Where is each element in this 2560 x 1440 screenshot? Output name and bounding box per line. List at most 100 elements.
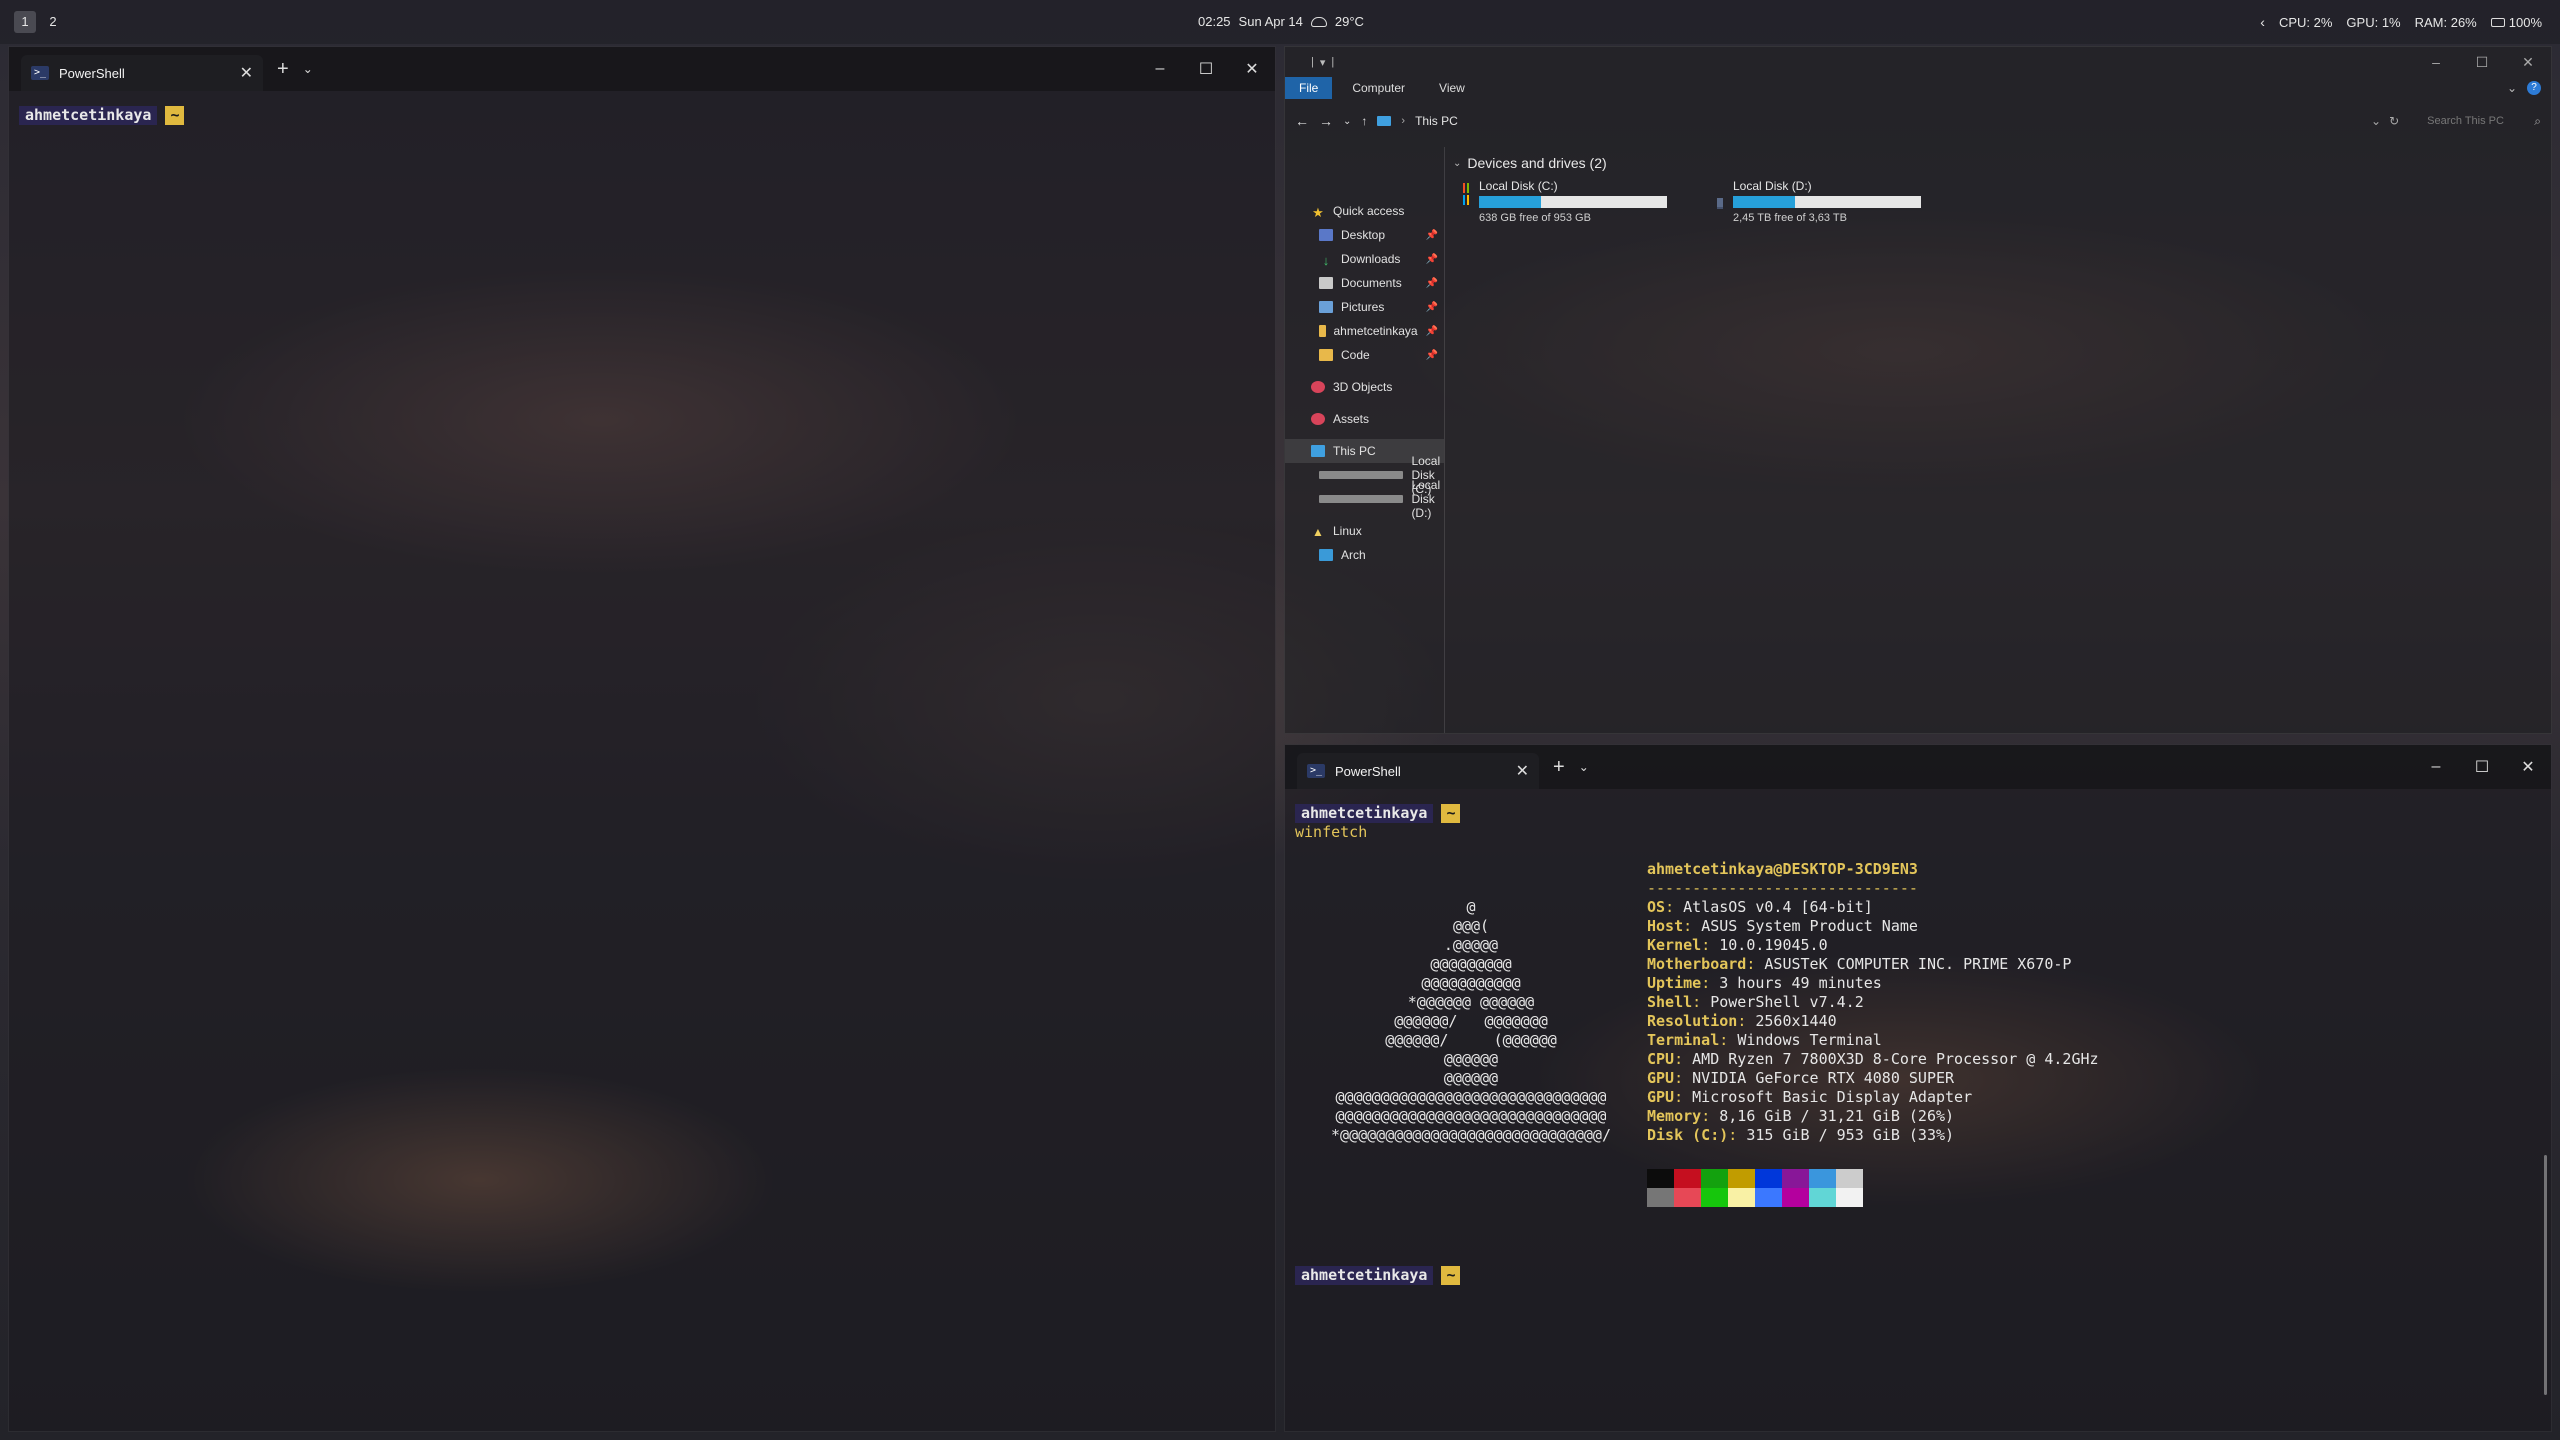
maximize-icon[interactable]: ☐ xyxy=(1183,59,1229,79)
forward-arrow-icon[interactable]: → xyxy=(1319,113,1333,129)
logo-line: @@@@@@@@@@@@@@@@@@@@@@@@@@@@@@ xyxy=(1335,1107,1607,1125)
address-dropdown-icon[interactable]: ⌄ xyxy=(2371,114,2381,128)
back-arrow-icon[interactable]: ← xyxy=(1295,113,1309,129)
drive-tile-d[interactable]: Local Disk (D:) 2,45 TB free of 3,63 TB xyxy=(1717,179,1921,224)
fetch-value: AMD Ryzen 7 7800X3D 8-Core Processor @ 4… xyxy=(1692,1050,2099,1068)
tab-computer[interactable]: Computer xyxy=(1338,77,1419,99)
chevron-down-icon[interactable]: ⌄ xyxy=(303,62,313,76)
new-tab-icon[interactable]: + xyxy=(1553,756,1565,779)
prompt-user: ahmetcetinkaya xyxy=(1295,1265,1434,1285)
palette-swatch xyxy=(1782,1188,1809,1207)
palette-swatch xyxy=(1728,1169,1755,1188)
palette-swatch xyxy=(1836,1188,1863,1207)
palette-swatch xyxy=(1728,1188,1755,1207)
navigation-pane: ★ Quick access Desktop 📌 ↓ Downloads 📌 D… xyxy=(1285,147,1445,733)
logo-line: @@@@@@ xyxy=(1443,1069,1499,1087)
drive-tile-c[interactable]: Local Disk (C:) 638 GB free of 953 GB xyxy=(1463,179,1667,224)
windows-logo-icon xyxy=(1463,183,1469,205)
close-tab-icon[interactable]: ✕ xyxy=(1516,761,1529,781)
palette-swatch xyxy=(1647,1188,1674,1207)
search-input[interactable]: Search This PC xyxy=(2427,115,2526,127)
prompt-dir: ~ xyxy=(1441,1265,1461,1285)
terminal-tab[interactable]: >_ PowerShell ✕ xyxy=(21,55,263,91)
sidebar-item-quick-access[interactable]: ★ Quick access xyxy=(1285,199,1444,223)
content-pane: ⌄ Devices and drives (2) Local Disk (C:)… xyxy=(1445,147,2551,733)
workspace-1[interactable]: 1 xyxy=(14,11,36,33)
pin-icon[interactable]: 📌 xyxy=(1426,350,1438,361)
sidebar-item-documents[interactable]: Documents 📌 xyxy=(1285,271,1444,295)
window-controls: – ☐ ✕ xyxy=(2413,757,2551,777)
sidebar-item-label: Downloads xyxy=(1341,252,1401,266)
pin-icon[interactable]: 📌 xyxy=(1426,302,1438,313)
new-tab-icon[interactable]: + xyxy=(277,58,289,81)
battery-icon xyxy=(2490,17,2505,27)
sidebar-item-assets[interactable]: Assets xyxy=(1285,407,1444,431)
workspace-2[interactable]: 2 xyxy=(42,11,64,33)
pin-icon[interactable]: 📌 xyxy=(1426,278,1438,289)
pin-icon[interactable]: 📌 xyxy=(1426,326,1438,337)
sidebar-item-desktop[interactable]: Desktop 📌 xyxy=(1285,223,1444,247)
fetch-row: Disk (C:): 315 GiB / 953 GiB (33%) xyxy=(1647,1126,1955,1144)
refresh-icon[interactable]: ↻ xyxy=(2389,114,2399,128)
fetch-row: GPU: NVIDIA GeForce RTX 4080 SUPER xyxy=(1647,1069,1955,1087)
up-arrow-icon[interactable]: ↑ xyxy=(1361,114,1367,128)
terminal-output[interactable]: ahmetcetinkaya ~ winfetch @ @@@(.@@@@@ @@@… xyxy=(1285,789,2551,1299)
fetch-key: Memory xyxy=(1647,1107,1702,1125)
drive-free-space: 638 GB free of 953 GB xyxy=(1479,212,1591,224)
weather-text: 29°C xyxy=(1334,14,1364,29)
chevron-left-icon[interactable]: ‹ xyxy=(2260,14,2265,30)
fetch-key: OS xyxy=(1647,898,1666,916)
minimize-icon[interactable]: – xyxy=(2413,758,2459,776)
terminal-output[interactable]: ahmetcetinkaya ~ xyxy=(9,91,1275,139)
fetch-row: GPU: Microsoft Basic Display Adapter xyxy=(1647,1088,1973,1106)
terminal-tab[interactable]: >_ PowerShell ✕ xyxy=(1297,753,1539,789)
sidebar-item-downloads[interactable]: ↓ Downloads 📌 xyxy=(1285,247,1444,271)
maximize-icon[interactable]: ☐ xyxy=(2459,54,2505,71)
close-icon[interactable]: ✕ xyxy=(2505,757,2551,777)
fetch-row: Kernel: 10.0.19045.0 xyxy=(1647,936,1828,954)
palette-swatch xyxy=(1755,1188,1782,1207)
ascii-logo: @ @@@(.@@@@@ @@@@@@@@@ @@@@@@@@@@@ *@@@@@@ @… xyxy=(1295,860,1647,1207)
logo-line: .@@@@@ xyxy=(1443,936,1499,954)
sidebar-item-code[interactable]: Code 📌 xyxy=(1285,343,1444,367)
devices-section-header[interactable]: ⌄ Devices and drives (2) xyxy=(1453,151,2551,175)
terminal-tabbar: >_ PowerShell ✕ + ⌄ – ☐ ✕ xyxy=(1285,745,2551,789)
close-icon[interactable]: ✕ xyxy=(2505,54,2551,71)
pin-icon[interactable]: 📌 xyxy=(1426,230,1438,241)
help-icon[interactable]: ? xyxy=(2527,81,2541,95)
close-icon[interactable]: ✕ xyxy=(1229,59,1275,79)
collapse-chevron-icon[interactable]: ⌄ xyxy=(1453,158,1461,169)
fetch-value: Microsoft Basic Display Adapter xyxy=(1692,1088,1973,1106)
search-box[interactable]: ⌄ ↻ Search This PC ⌕ xyxy=(2371,114,2541,129)
tab-title: PowerShell xyxy=(1335,763,1401,779)
palette-swatch xyxy=(1809,1169,1836,1188)
close-tab-icon[interactable]: ✕ xyxy=(240,63,253,83)
time-text: 02:25 xyxy=(1198,14,1231,29)
ribbon-right: ⌄ ? xyxy=(2507,81,2551,95)
expand-ribbon-icon[interactable]: ⌄ xyxy=(2507,81,2517,95)
sidebar-item-drive-d[interactable]: Local Disk (D:) xyxy=(1285,478,1444,520)
maximize-icon[interactable]: ☐ xyxy=(2459,757,2505,777)
palette-swatch xyxy=(1755,1169,1782,1188)
minimize-icon[interactable]: – xyxy=(2413,54,2459,71)
sidebar-item-pictures[interactable]: Pictures 📌 xyxy=(1285,295,1444,319)
breadcrumb-chevron-icon: › xyxy=(1401,115,1406,127)
sidebar-item-label: Quick access xyxy=(1333,204,1405,218)
terminal-scrollbar[interactable] xyxy=(2544,1155,2547,1395)
breadcrumb[interactable]: This PC xyxy=(1415,114,1458,128)
sidebar-item-arch[interactable]: Arch xyxy=(1285,543,1444,567)
this-pc-icon xyxy=(1311,445,1325,457)
chevron-down-icon[interactable]: ⌄ xyxy=(1579,760,1589,774)
tab-view[interactable]: View xyxy=(1425,77,1479,99)
pin-icon[interactable]: 📌 xyxy=(1426,254,1438,265)
sidebar-item-user-folder[interactable]: ahmetcetinkaya 📌 xyxy=(1285,319,1444,343)
qat-dropdown-icon[interactable]: ▾ xyxy=(1320,56,1326,69)
recent-locations-icon[interactable]: ⌄ xyxy=(1343,116,1351,127)
sidebar-item-label: Local Disk (D:) xyxy=(1411,478,1441,520)
sidebar-item-label: Linux xyxy=(1333,524,1362,538)
tab-file[interactable]: File xyxy=(1285,77,1333,99)
sidebar-item-linux[interactable]: ▲ Linux xyxy=(1285,519,1444,543)
minimize-icon[interactable]: – xyxy=(1137,60,1183,78)
sidebar-item-3d-objects[interactable]: 3D Objects xyxy=(1285,375,1444,399)
powershell-icon: >_ xyxy=(1307,764,1325,778)
